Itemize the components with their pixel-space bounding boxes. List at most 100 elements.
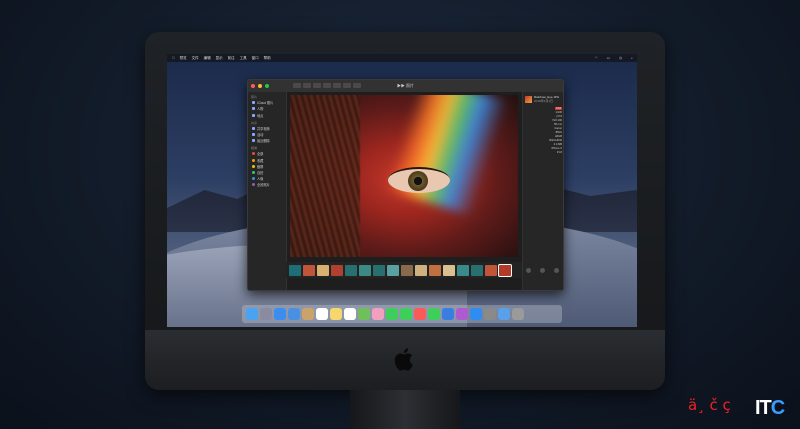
tag-icon <box>252 164 255 168</box>
sidebar-item[interactable]: 人物 <box>252 106 286 111</box>
filmstrip-thumbnail[interactable] <box>303 264 315 276</box>
search-icon[interactable]: ⌕ <box>631 56 633 60</box>
menu-item[interactable]: 前往 <box>228 56 235 61</box>
filmstrip-thumbnail[interactable] <box>289 264 301 276</box>
rotate-icon[interactable] <box>539 267 545 273</box>
podcasts-icon[interactable] <box>456 308 468 320</box>
window-titlebar: ▶▶ 照片 <box>248 80 563 92</box>
reminders-icon[interactable] <box>344 308 356 320</box>
photos-window: ▶▶ 照片 照片 iCloud 照片 人物 地点 共享 共享相簿 活动 最近删除… <box>247 79 564 291</box>
sidebar-item[interactable]: 截屏 <box>252 164 286 169</box>
sidebar-item[interactable]: 地点 <box>252 113 286 118</box>
menu-item[interactable]: 文件 <box>192 56 199 61</box>
filmstrip-thumbnail[interactable] <box>443 264 455 276</box>
sidebar-header: 相簿 <box>251 146 258 151</box>
wifi-icon[interactable]: ◠ <box>595 56 598 60</box>
info-rows: 4:16 1/100 ƒ/2.8 ISO 200 50 mm Canon JPEG sRGB 3… <box>523 107 563 155</box>
filmstrip-thumbnail[interactable] <box>373 264 385 276</box>
activity-icon <box>252 132 255 136</box>
contacts-icon[interactable] <box>302 308 314 320</box>
info-panel: Rainbow_Eye.JPG 2018年6月1日 4:16 1/100 ƒ/2.8… <box>522 92 563 290</box>
info-row: f/1.8 <box>556 151 562 155</box>
sidebar-item[interactable]: 收藏 <box>252 158 286 163</box>
numbers-icon[interactable] <box>428 308 440 320</box>
sidebar-header: 照片 <box>251 95 258 99</box>
clock-icon[interactable]: ◷ <box>619 56 622 60</box>
filmstrip-thumbnail[interactable] <box>471 264 483 276</box>
filmstrip-thumbnail[interactable] <box>331 264 343 276</box>
trash-icon <box>252 139 255 143</box>
notes-icon[interactable] <box>330 308 342 320</box>
filmstrip-thumbnail[interactable] <box>387 264 399 276</box>
tag-icon <box>252 183 255 187</box>
apple-menu-icon[interactable]:  <box>172 56 175 60</box>
filmstrip-thumbnail[interactable] <box>317 264 329 276</box>
watermark-logo: ITC <box>755 397 785 419</box>
info-row: iPhone X <box>551 147 562 151</box>
sidebar-item[interactable]: iCloud 照片 <box>252 100 286 105</box>
sidebar-item[interactable]: 自拍 <box>252 170 286 175</box>
main-photo[interactable] <box>290 95 518 257</box>
photo-thumbnail <box>525 96 532 104</box>
sidebar-item[interactable]: 活动 <box>252 132 286 137</box>
sidebar-item[interactable]: 共享相簿 <box>252 126 286 131</box>
settings-icon[interactable] <box>484 308 496 320</box>
sidebar-item[interactable]: 人像 <box>252 176 286 181</box>
info-header: Rainbow_Eye.JPG 2018年6月1日 <box>525 95 562 104</box>
status-menus: ◠ ▭ ◷ ⌕ <box>590 56 633 60</box>
music-icon[interactable] <box>414 308 426 320</box>
filmstrip-thumbnail[interactable] <box>429 264 441 276</box>
photo-eye <box>388 167 450 193</box>
info-row: ISO 200 <box>552 119 562 123</box>
folder-icon[interactable] <box>498 308 510 320</box>
photo-hair <box>290 95 360 257</box>
markup-button[interactable] <box>553 267 559 273</box>
tag-icon <box>252 158 255 162</box>
places-icon <box>252 113 255 117</box>
imac-chin <box>145 330 665 390</box>
filmstrip-controls <box>522 262 563 278</box>
mail-icon[interactable] <box>288 308 300 320</box>
info-row: Canon <box>554 127 562 131</box>
sidebar-header: 共享 <box>251 120 258 125</box>
messages-icon[interactable] <box>386 308 398 320</box>
filmstrip-thumbnail[interactable] <box>359 264 371 276</box>
keynote-icon[interactable] <box>442 308 454 320</box>
calendar-icon[interactable] <box>316 308 328 320</box>
trash-icon[interactable] <box>512 308 524 320</box>
filmstrip-thumbnail[interactable] <box>345 264 357 276</box>
maps-icon[interactable] <box>358 308 370 320</box>
sidebar-item[interactable]: 最近删除 <box>252 138 286 143</box>
watermark-text: ä¸ č ç <box>688 396 731 414</box>
menu-item[interactable]: 编辑 <box>204 56 211 61</box>
imac-stand <box>350 390 460 429</box>
info-row: 50 mm <box>554 123 562 127</box>
info-row: JPEG <box>555 131 562 135</box>
facetime-icon[interactable] <box>400 308 412 320</box>
info-row: 3024×4032 <box>548 139 562 143</box>
filmstrip-thumbnail[interactable] <box>457 264 469 276</box>
menu-item[interactable]: 窗口 <box>252 56 259 61</box>
slideshow-button[interactable] <box>526 267 532 273</box>
appstore-icon[interactable] <box>470 308 482 320</box>
menu-item[interactable]: 预览 <box>180 56 187 61</box>
menu-bar:  预览 文件 编辑 显示 前往 工具 窗口 帮助 ◠ ▭ ◷ ⌕ <box>167 54 637 62</box>
menu-item[interactable]: 显示 <box>216 56 223 61</box>
launchpad-icon[interactable] <box>260 308 272 320</box>
photos-icon[interactable] <box>372 308 384 320</box>
people-icon <box>252 107 255 111</box>
safari-icon[interactable] <box>274 308 286 320</box>
filmstrip-thumbnail[interactable] <box>485 264 497 276</box>
menu-item[interactable]: 帮助 <box>264 56 271 61</box>
sidebar-item[interactable]: 全景照片 <box>252 182 286 187</box>
filmstrip-thumbnail[interactable] <box>415 264 427 276</box>
tag-icon <box>252 177 255 181</box>
finder-icon[interactable] <box>246 308 258 320</box>
filmstrip <box>286 262 522 278</box>
filmstrip-thumbnail[interactable] <box>401 264 413 276</box>
sidebar-item[interactable]: 全部 <box>252 151 286 156</box>
battery-icon[interactable]: ▭ <box>607 56 610 60</box>
info-row: 2.4 MB <box>553 143 562 147</box>
filmstrip-thumbnail[interactable] <box>498 263 512 277</box>
menu-item[interactable]: 工具 <box>240 56 247 61</box>
